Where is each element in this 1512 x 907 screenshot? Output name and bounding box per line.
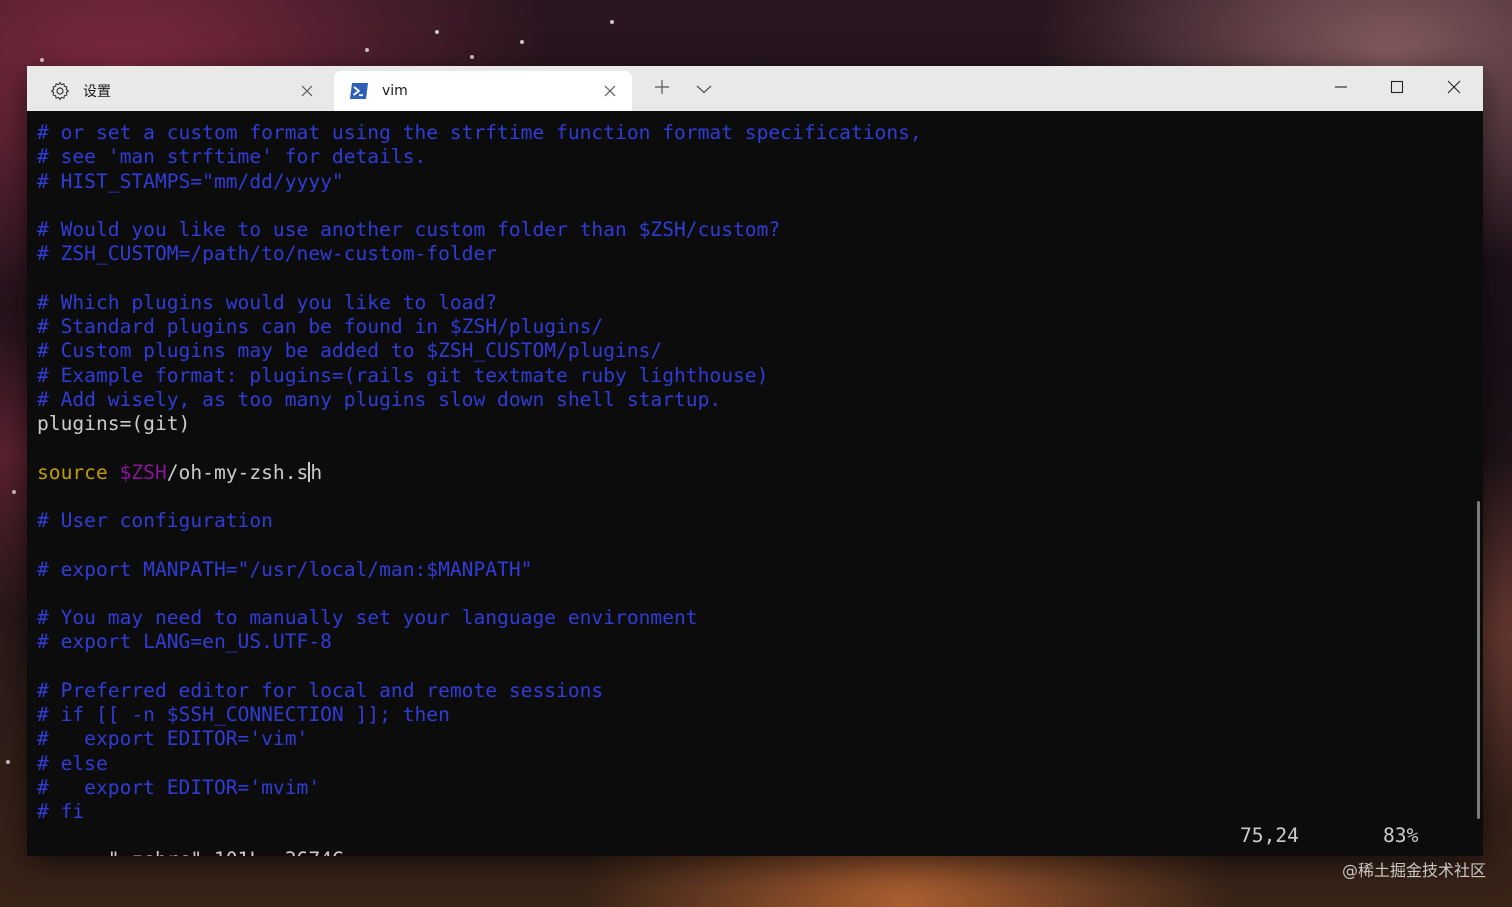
watermark: @稀土掘金技术社区 [1341, 861, 1486, 880]
wallpaper-sparkle [365, 48, 369, 52]
wallpaper-sparkle [520, 40, 524, 44]
wallpaper-sparkle [12, 490, 16, 494]
editor-line: # export MANPATH="/usr/local/man:$MANPAT… [37, 558, 922, 582]
code-token-comment: # Standard plugins can be found in $ZSH/… [37, 315, 604, 338]
code-token-comment: # Example format: plugins=(rails git tex… [37, 363, 769, 387]
wallpaper-sparkle [610, 20, 614, 24]
editor-line: # Custom plugins may be added to $ZSH_CU… [37, 339, 922, 363]
code-token-comment: # User configuration [37, 509, 273, 532]
code-token-comment: # or set a custom format using the strft… [37, 121, 922, 144]
editor-line: # export LANG=en_US.UTF-8 [37, 630, 922, 654]
code-token-comment: # fi [37, 800, 85, 823]
tab-settings[interactable]: 设置 [27, 71, 329, 111]
code-token-comment: # You may need to manually set your lang… [37, 606, 698, 629]
code-token-comment: # else [37, 751, 108, 775]
code-token-comment: # Would you like to use another custom f… [37, 218, 781, 241]
editor-line: source $ZSH/oh-my-zsh.s h [37, 461, 922, 485]
maximize-icon [1390, 79, 1404, 98]
editor-line: # Example format: plugins=(rails git tex… [37, 364, 922, 388]
editor-line: # Standard plugins can be found in $ZSH/… [37, 315, 922, 339]
vim-status-line: ".zshrc" 101L, 3674C 75,24 83% [37, 824, 1447, 856]
wallpaper-sparkle [40, 58, 44, 62]
editor-line: # else [37, 752, 922, 776]
code-token-comment: # export EDITOR='mvim' [37, 775, 321, 799]
editor-line: # or set a custom format using the strft… [37, 121, 922, 145]
title-bar[interactable]: 设置 vim [27, 66, 1483, 111]
editor-line: # Which plugins would you like to load? [37, 291, 922, 315]
code-token-comment: # if [[ -n $SSH_CONNECTION ]]; then [37, 703, 450, 726]
tab-label: vim [382, 83, 408, 99]
editor-buffer[interactable]: # or set a custom format using the strft… [37, 121, 922, 824]
code-token-var: $ZSH [119, 460, 167, 484]
close-window-button[interactable] [1425, 66, 1483, 111]
tab-dropdown-button[interactable] [687, 66, 721, 111]
wallpaper-sparkle [6, 760, 10, 764]
chevron-down-icon [696, 79, 712, 98]
powershell-icon [348, 80, 370, 102]
maximize-button[interactable] [1369, 66, 1425, 111]
editor-line: # Preferred editor for local and remote … [37, 679, 922, 703]
plus-icon [654, 79, 670, 99]
editor-line: # export EDITOR='vim' [37, 727, 922, 751]
new-tab-button[interactable] [645, 66, 679, 111]
code-token-comment: # Preferred editor for local and remote … [37, 678, 604, 702]
editor-line: # export EDITOR='mvim' [37, 776, 922, 800]
close-icon[interactable] [600, 81, 620, 101]
editor-line: # User configuration [37, 509, 922, 533]
editor-line: # ZSH_CUSTOM=/path/to/new-custom-folder [37, 242, 922, 266]
code-token-keyword: source [37, 460, 108, 484]
editor-line: # You may need to manually set your lang… [37, 606, 922, 630]
close-icon [1447, 79, 1461, 98]
close-icon[interactable] [297, 81, 317, 101]
minimize-button[interactable] [1313, 66, 1369, 111]
code-token-comment: # export MANPATH="/usr/local/man:$MANPAT… [37, 557, 533, 581]
code-token-comment: # Add wisely, as too many plugins slow d… [37, 387, 722, 411]
code-token-comment: # see 'man strftime' for details. [37, 145, 427, 169]
status-scroll-percent: 83% [1383, 824, 1419, 847]
code-token-comment: # Custom plugins may be added to $ZSH_CU… [37, 339, 663, 363]
terminal-content[interactable]: # or set a custom format using the strft… [27, 111, 1483, 856]
editor-line: # Add wisely, as too many plugins slow d… [37, 388, 922, 412]
terminal-window: 设置 vim # or set a custom format using th… [27, 66, 1483, 856]
tab-label: 设置 [83, 84, 111, 100]
tab-vim[interactable]: vim [334, 71, 632, 111]
editor-line: # Would you like to use another custom f… [37, 218, 922, 242]
wallpaper-sparkle [435, 30, 439, 34]
code-token-comment: # export EDITOR='vim' [37, 727, 309, 751]
code-token-comment: # ZSH_CUSTOM=/path/to/new-custom-folder [37, 242, 498, 266]
editor-line: plugins=(git) [37, 412, 922, 436]
status-cursor-position: 75,24 [1240, 824, 1299, 847]
code-token-comment: # export LANG=en_US.UTF-8 [37, 630, 332, 654]
status-file-info: ".zshrc" 101L, 3674C [108, 848, 344, 856]
code-token-normal: h [310, 460, 323, 484]
gear-icon [49, 80, 71, 102]
editor-line: # HIST_STAMPS="mm/dd/yyyy" [37, 170, 922, 194]
code-token-normal [108, 461, 120, 484]
wallpaper-sparkle [470, 55, 474, 59]
code-token-normal: /oh-my-zsh.s [166, 460, 309, 484]
minimize-icon [1334, 79, 1348, 98]
editor-line: # if [[ -n $SSH_CONNECTION ]]; then [37, 703, 922, 727]
code-token-normal: plugins=(git) [37, 412, 191, 435]
code-token-comment: # Which plugins would you like to load? [37, 290, 498, 314]
scrollbar-thumb[interactable] [1477, 501, 1480, 819]
code-token-comment: # HIST_STAMPS="mm/dd/yyyy" [37, 169, 344, 193]
editor-line: # fi [37, 800, 922, 824]
editor-line: # see 'man strftime' for details. [37, 145, 922, 169]
